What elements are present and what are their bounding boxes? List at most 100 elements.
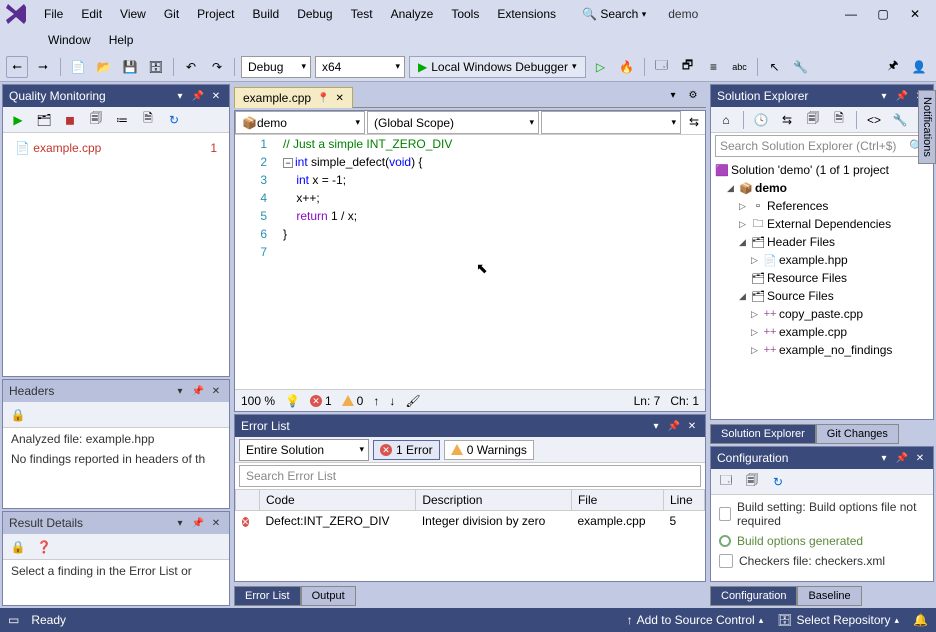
menu-test[interactable]: Test — [343, 3, 381, 25]
save-button[interactable]: 💾 — [119, 56, 141, 78]
tree-res[interactable]: 🗂Resource Files — [715, 269, 929, 287]
expander-icon[interactable]: ◢ — [739, 237, 749, 248]
brush-icon[interactable]: 🖌 — [405, 394, 420, 408]
menu-debug[interactable]: Debug — [289, 3, 340, 25]
expander-icon[interactable]: ▷ — [739, 201, 749, 212]
tree-src[interactable]: ◢🗂Source Files — [715, 287, 929, 305]
notifications-tab[interactable]: Notifications — [918, 90, 936, 164]
sol-search[interactable]: Search Solution Explorer (Ctrl+$) 🔍 — [715, 135, 929, 157]
qm-icon-4[interactable]: 🗎 — [137, 109, 159, 131]
errlist-close-button[interactable]: ✕ — [685, 419, 699, 433]
col-desc[interactable]: Description — [416, 490, 572, 511]
sol-history-icon[interactable]: 🕓 — [750, 109, 772, 131]
up-arrow-icon[interactable]: ↑ — [373, 394, 379, 408]
expander-icon[interactable]: ▷ — [751, 327, 761, 338]
editor-gear-icon[interactable]: ⚙ — [686, 89, 700, 103]
tree-ext[interactable]: ▷🗀External Dependencies — [715, 215, 929, 233]
maximize-button[interactable]: ▢ — [868, 4, 898, 24]
expander-icon[interactable]: ▷ — [751, 309, 761, 320]
tab-close-icon[interactable]: ✕ — [336, 93, 344, 104]
menu-project[interactable]: Project — [189, 3, 242, 25]
select-repository[interactable]: 🗄Select Repository▴ — [777, 613, 899, 627]
tree-project[interactable]: ◢📦demo — [715, 179, 929, 197]
editor-project-combo[interactable]: 📦 demo — [235, 111, 365, 134]
menu-extensions[interactable]: Extensions — [489, 3, 564, 25]
expander-icon[interactable]: ◢ — [727, 183, 737, 194]
nav-fwd-button[interactable]: ⭢ — [32, 56, 54, 78]
menu-window[interactable]: Window — [40, 29, 99, 51]
tb-icon-2[interactable]: 🗗 — [677, 56, 699, 78]
tb-icon-3[interactable]: ≡ — [703, 56, 725, 78]
col-code[interactable]: Code — [260, 490, 416, 511]
menu-help[interactable]: Help — [101, 29, 142, 51]
tree-nf[interactable]: ▷++example_no_findings — [715, 341, 929, 359]
start-no-debug-button[interactable]: ▷ — [590, 56, 612, 78]
editor-scope-combo[interactable]: (Global Scope) — [367, 111, 539, 134]
open-button[interactable]: 📂 — [93, 56, 115, 78]
tree-cp[interactable]: ▷++copy_paste.cpp — [715, 305, 929, 323]
tab-git-changes[interactable]: Git Changes — [816, 424, 899, 444]
run-debugger-button[interactable]: ▶Local Windows Debugger▾ — [409, 56, 586, 78]
save-all-button[interactable]: 🗄 — [145, 56, 167, 78]
tab-baseline[interactable]: Baseline — [797, 586, 861, 606]
cfg-row-options[interactable]: Build options generated — [713, 531, 931, 551]
tab-solution-explorer[interactable]: Solution Explorer — [710, 424, 816, 444]
sol-pin-button[interactable]: 📌 — [895, 89, 909, 103]
outline-toggle-icon[interactable]: − — [283, 158, 293, 168]
menu-view[interactable]: View — [112, 3, 154, 25]
menu-build[interactable]: Build — [245, 3, 288, 25]
tb-icon-1[interactable]: 🗔 — [651, 56, 673, 78]
tab-output[interactable]: Output — [301, 586, 356, 606]
undo-button[interactable]: ↶ — [180, 56, 202, 78]
cfg-close-button[interactable]: ✕ — [913, 451, 927, 465]
menu-file[interactable]: File — [36, 3, 71, 25]
col-icon[interactable] — [236, 490, 260, 511]
cfg-pin-button[interactable]: 📌 — [895, 451, 909, 465]
headers-dropdown-button[interactable]: ▾ — [173, 384, 187, 398]
expander-icon[interactable]: ◢ — [739, 291, 749, 302]
qm-icon-1[interactable]: 🗂 — [33, 109, 55, 131]
hot-reload-button[interactable]: 🔥 — [616, 56, 638, 78]
tree-solution[interactable]: 🟪Solution 'demo' (1 of 1 project — [715, 161, 929, 179]
menu-tools[interactable]: Tools — [443, 3, 487, 25]
sol-sync-icon[interactable]: ⇆ — [776, 109, 798, 131]
search-box[interactable]: 🔍 Search ▾ — [574, 5, 654, 23]
menu-analyze[interactable]: Analyze — [383, 3, 442, 25]
sol-wrench-icon[interactable]: 🔧 — [889, 109, 911, 131]
result-lock-icon[interactable]: 🔒 — [7, 536, 29, 558]
editor-tab-example[interactable]: example.cpp 📍 ✕ — [234, 87, 353, 108]
sol-doc-icon[interactable]: 🗎 — [828, 109, 850, 131]
zoom-level[interactable]: 100 % — [241, 394, 275, 408]
errors-filter[interactable]: ✕1 Error — [373, 440, 440, 460]
tree-hdr[interactable]: ◢🗂Header Files — [715, 233, 929, 251]
sol-dropdown-button[interactable]: ▾ — [877, 89, 891, 103]
result-pin-button[interactable]: 📌 — [191, 516, 205, 530]
code-area[interactable]: 1234567 // Just a simple INT_ZERO_DIV −i… — [235, 135, 705, 389]
cfg-row-checkers[interactable]: Checkers file: checkers.xml — [713, 551, 931, 571]
tab-error-list[interactable]: Error List — [234, 586, 301, 606]
cfg-row-build[interactable]: Build setting: Build options file not re… — [713, 497, 931, 531]
tb-icon-cursor[interactable]: ↖ — [764, 56, 786, 78]
cfg-refresh-icon[interactable]: ↻ — [767, 471, 789, 493]
tb-icon-abc[interactable]: abc — [729, 56, 751, 78]
qm-dropdown-button[interactable]: ▾ — [173, 89, 187, 103]
menu-edit[interactable]: Edit — [73, 3, 110, 25]
tree-refs[interactable]: ▷▫References — [715, 197, 929, 215]
errlist-pin-button[interactable]: 📌 — [667, 419, 681, 433]
output-icon[interactable]: ▭ — [8, 613, 19, 627]
tab-configuration[interactable]: Configuration — [710, 586, 797, 606]
share-button[interactable]: 🖈 — [882, 56, 904, 78]
sol-code-icon[interactable]: <> — [863, 109, 885, 131]
account-button[interactable]: 👤 — [908, 56, 930, 78]
result-close-button[interactable]: ✕ — [209, 516, 223, 530]
headers-close-button[interactable]: ✕ — [209, 384, 223, 398]
add-source-control[interactable]: ↑Add to Source Control▴ — [627, 613, 764, 627]
result-dropdown-button[interactable]: ▾ — [173, 516, 187, 530]
headers-pin-button[interactable]: 📌 — [191, 384, 205, 398]
result-help-icon[interactable]: ❓ — [33, 536, 55, 558]
tree-hpp[interactable]: ▷📄example.hpp — [715, 251, 929, 269]
table-row[interactable]: ✕ Defect:INT_ZERO_DIV Integer division b… — [236, 511, 705, 532]
headers-lock-icon[interactable]: 🔒 — [7, 404, 29, 426]
warnings-filter[interactable]: 0 Warnings — [444, 440, 534, 460]
down-arrow-icon[interactable]: ↓ — [389, 394, 395, 408]
